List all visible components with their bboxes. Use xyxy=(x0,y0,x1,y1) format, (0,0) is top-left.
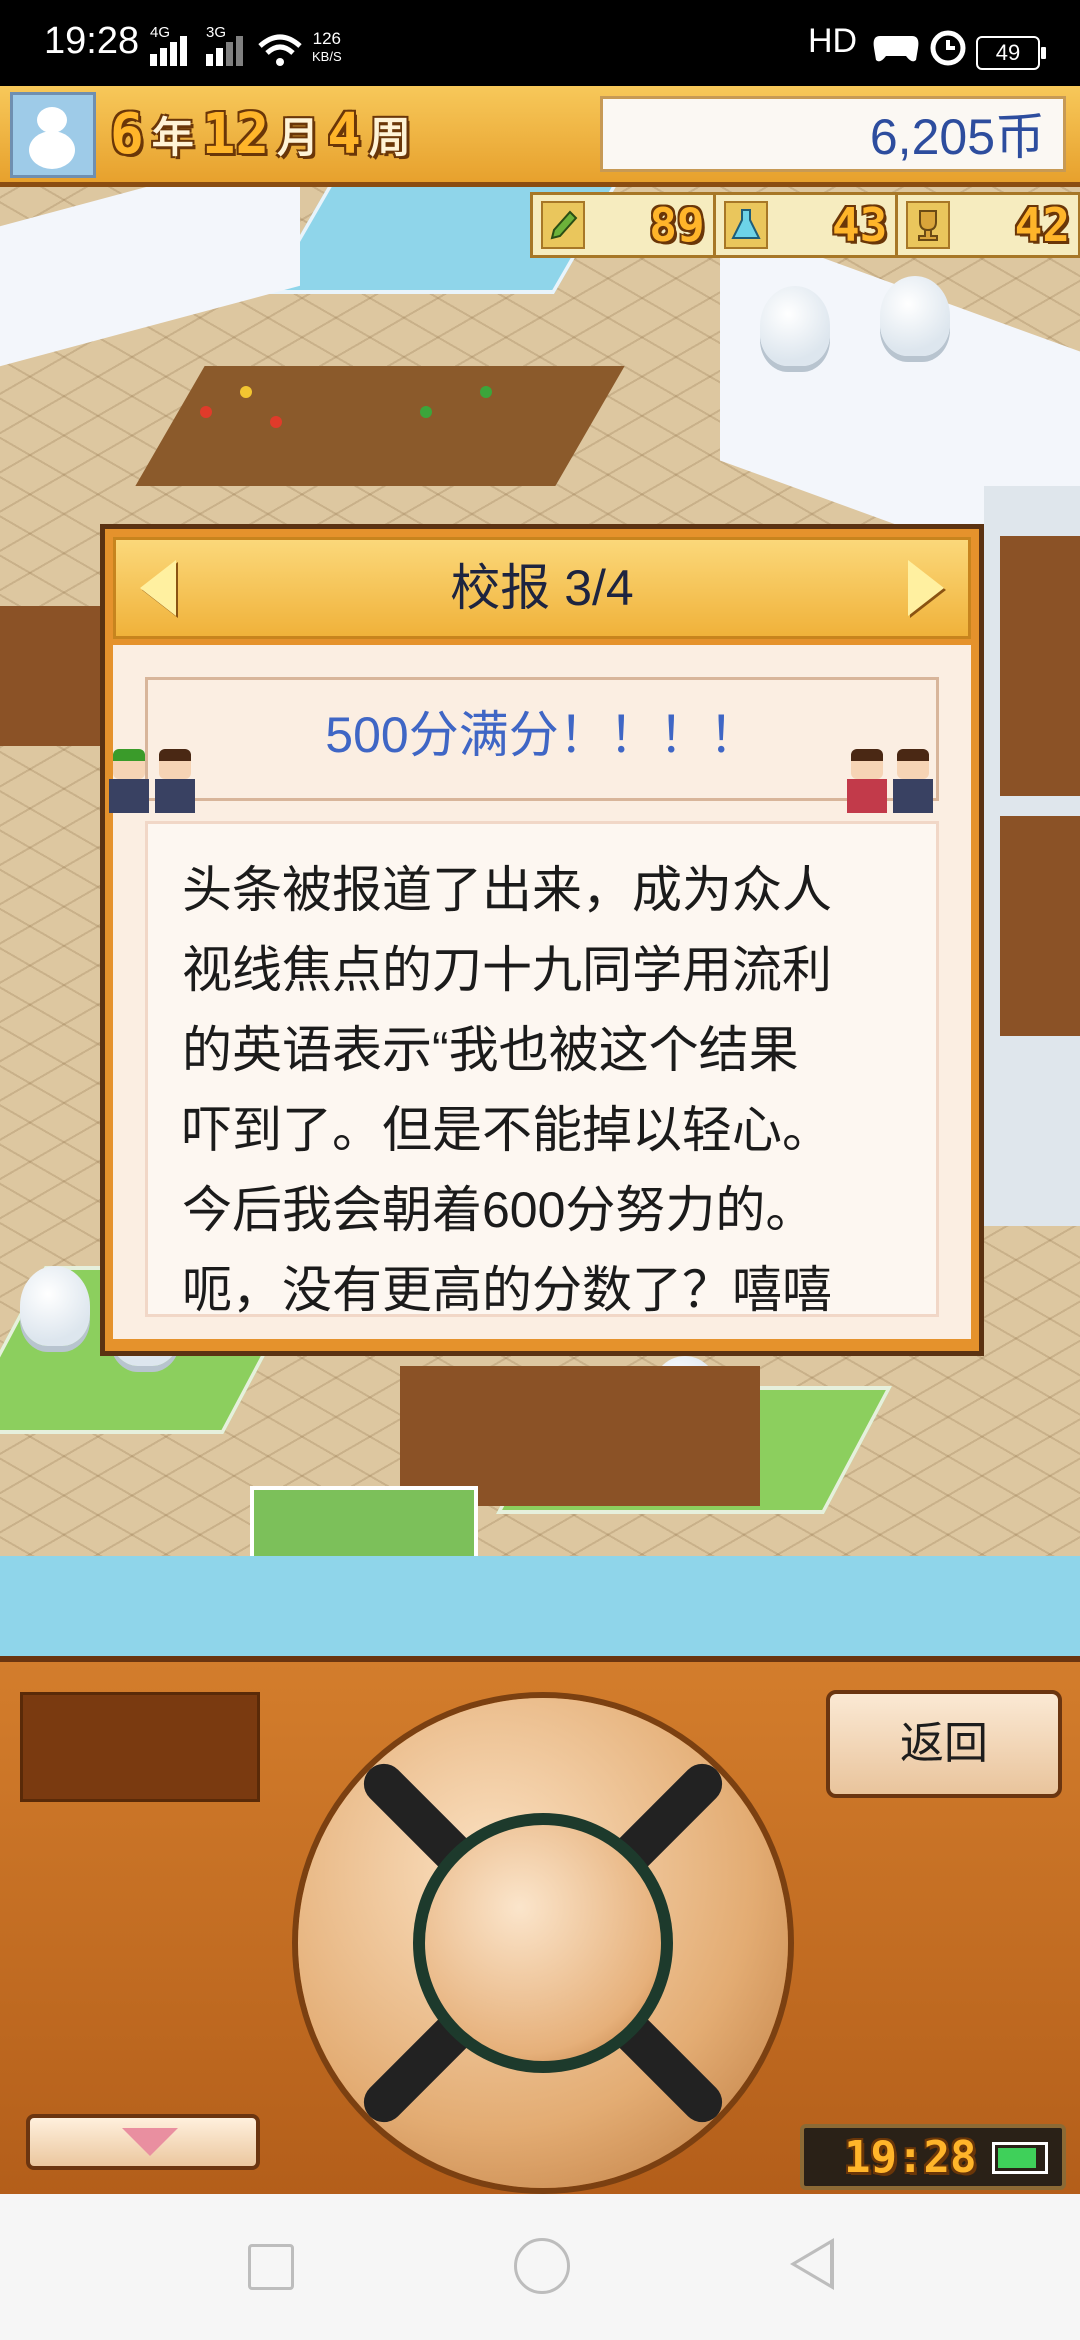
sea-water xyxy=(0,1556,1080,1656)
alarm-clock-icon xyxy=(930,30,966,66)
library-room xyxy=(400,1366,760,1506)
flask-icon xyxy=(723,201,768,249)
classroom-floor xyxy=(1000,536,1080,796)
year-number: 6 xyxy=(110,101,144,167)
headline-box: 500分满分！！！！ xyxy=(145,677,939,801)
article-line: 头条被报道了出来，成为众人 xyxy=(182,862,832,918)
controller-panel: 返回 19:28 xyxy=(0,1656,1080,2200)
article-text: 头条被报道了出来，成为众人 视线焦点的刀十九同学用流利 的英语表示“我也被这个结… xyxy=(145,821,939,1318)
student-sprite-boy xyxy=(891,749,935,815)
headline-text: 500分满分！！！！ xyxy=(325,707,759,763)
article-line: 今后我会朝着600分努力的。 xyxy=(182,1182,816,1238)
recent-apps-icon[interactable] xyxy=(248,2244,294,2290)
classroom-floor xyxy=(1000,816,1080,1036)
student-sprite-green-cap xyxy=(107,749,151,815)
network-speed: 126 KB/S xyxy=(312,30,342,66)
stat-sports-value: 42 xyxy=(1014,198,1071,252)
snowy-tree xyxy=(880,276,950,356)
crop-tomato xyxy=(270,416,282,428)
month-number: 12 xyxy=(201,101,270,167)
student-sprite-girl xyxy=(153,749,197,815)
year-unit: 年 xyxy=(151,112,194,162)
article-line: 吓到了。但是不能掉以轻心。 xyxy=(182,1102,832,1158)
newspaper-dialog: 校报 3/4 500分满分！！！！ 头条被报道了出来，成为众人 视线焦点的刀十九… xyxy=(100,524,984,1356)
month-unit: 月 xyxy=(277,112,320,162)
battery-icon xyxy=(992,2142,1048,2174)
student-sprite-girl xyxy=(845,749,889,815)
navigation-bar xyxy=(0,2194,1080,2340)
signal-4g-icon xyxy=(150,30,190,70)
network-speed-unit: KB/S xyxy=(312,49,342,64)
money-display: 6,205币 xyxy=(600,96,1066,172)
status-bar: 19:28 4G 3G 126 KB/S HD 49 xyxy=(0,0,1080,86)
dpad-center-button[interactable] xyxy=(413,1813,673,2073)
status-time: 19:28 xyxy=(44,20,140,62)
stat-science-value: 43 xyxy=(831,198,888,252)
article-line: 的英语表示“我也被这个结果 xyxy=(182,1022,799,1078)
pencil-icon xyxy=(541,201,585,249)
hud-bar: 6 年 12 月 4 周 6,205币 xyxy=(0,86,1080,187)
game-controller-icon xyxy=(873,36,919,62)
game-clock-time: 19:28 xyxy=(844,2132,977,2183)
snowy-tree xyxy=(20,1266,90,1346)
battery-icon: 49 xyxy=(976,36,1046,70)
week-unit: 周 xyxy=(368,112,411,162)
signal-3g-icon xyxy=(206,30,246,70)
scroll-down-button[interactable] xyxy=(26,2114,260,2170)
down-triangle-icon xyxy=(122,2128,178,2156)
crop-corn xyxy=(240,386,252,398)
dialog-title: 校报 3/4 xyxy=(450,560,634,616)
article-line: 视线焦点的刀十九同学用流利 xyxy=(182,942,832,998)
crop-cabbage xyxy=(480,386,492,398)
game-map[interactable]: 6 年 12 月 4 周 6,205币 89 43 42 校报 3/4 500分… xyxy=(0,86,1080,1656)
crop-tomato xyxy=(200,406,212,418)
stat-study: 89 xyxy=(533,195,716,255)
stat-study-value: 89 xyxy=(649,198,705,252)
game-date: 6 年 12 月 4 周 xyxy=(110,94,411,174)
back-button[interactable]: 返回 xyxy=(826,1690,1062,1798)
network-speed-value: 126 xyxy=(312,29,341,48)
running-track xyxy=(0,606,110,746)
snowman-season-icon xyxy=(10,92,96,178)
back-icon[interactable] xyxy=(790,2238,834,2290)
action-slot[interactable] xyxy=(20,1692,260,1802)
school-stats: 89 43 42 xyxy=(530,192,1080,258)
stat-sports: 42 xyxy=(898,195,1078,255)
snowy-tree xyxy=(760,286,830,366)
dialog-body: 500分满分！！！！ 头条被报道了出来，成为众人 视线焦点的刀十九同学用流利 的… xyxy=(109,645,971,1339)
trophy-icon xyxy=(906,201,951,249)
hd-label: HD xyxy=(808,22,858,60)
battery-level: 49 xyxy=(995,40,1021,65)
vegetable-field xyxy=(135,366,625,486)
home-icon[interactable] xyxy=(514,2238,570,2294)
directional-pad[interactable] xyxy=(298,1698,788,2188)
next-page-arrow-icon[interactable] xyxy=(908,560,944,616)
game-clock: 19:28 xyxy=(800,2124,1066,2190)
crop-cabbage xyxy=(420,406,432,418)
article-line: 呃，没有更高的分数了？嘻嘻 xyxy=(182,1262,832,1318)
stat-science: 43 xyxy=(716,195,899,255)
week-number: 4 xyxy=(327,101,361,167)
dialog-header: 校报 3/4 xyxy=(113,537,971,639)
wifi-icon xyxy=(258,34,302,66)
